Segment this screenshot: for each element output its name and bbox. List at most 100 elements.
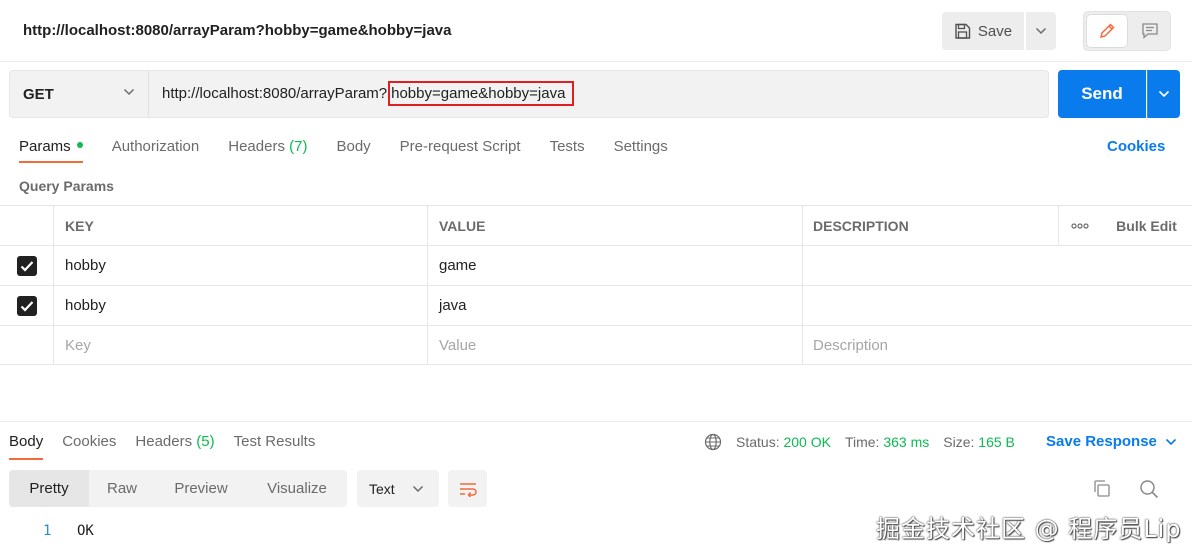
response-tab-headers-label: Headers <box>135 433 193 450</box>
headers-count: (7) <box>289 138 308 155</box>
tab-headers-label: Headers <box>228 138 285 155</box>
column-header-description: DESCRIPTION <box>802 206 1058 245</box>
pencil-icon <box>1098 22 1116 40</box>
row-checkbox-cell <box>0 246 53 285</box>
watermark: 掘金技术社区 @ 程序员Lip <box>876 515 1182 543</box>
more-dots-icon <box>1071 222 1089 229</box>
wrap-lines-button[interactable] <box>448 470 487 507</box>
param-value-cell[interactable]: game <box>427 246 802 285</box>
view-preview[interactable]: Preview <box>155 470 247 507</box>
url-input[interactable]: http://localhost:8080/arrayParam? hobby=g… <box>162 81 575 106</box>
globe-icon[interactable] <box>704 433 722 451</box>
tab-authorization[interactable]: Authorization <box>112 138 200 161</box>
time-value: 363 ms <box>883 434 930 450</box>
url-bar: GET http://localhost:8080/arrayParam? hob… <box>9 70 1049 118</box>
response-format-select[interactable]: Text <box>357 470 439 507</box>
time-label: Time: <box>844 434 880 450</box>
param-description-cell[interactable] <box>802 286 1058 325</box>
chevron-down-icon <box>1165 438 1177 446</box>
size-label: Size: <box>943 434 975 450</box>
response-size[interactable]: Size: 165 B <box>943 434 1015 450</box>
save-button[interactable]: Save <box>942 12 1024 50</box>
response-time[interactable]: Time: 363 ms <box>845 434 929 450</box>
tab-params-label: Params <box>19 138 71 155</box>
tab-params[interactable]: Params <box>19 138 83 163</box>
send-options-button[interactable] <box>1147 70 1180 118</box>
method-select[interactable]: GET <box>10 71 149 117</box>
line-number: 1 <box>43 523 52 539</box>
response-tab-cookies[interactable]: Cookies <box>62 433 116 456</box>
column-header-key: KEY <box>53 206 427 245</box>
line-text[interactable]: OK <box>77 523 94 539</box>
query-params-title: Query Params <box>19 178 114 194</box>
send-button[interactable]: Send <box>1058 70 1146 118</box>
response-view-selector: Pretty Raw Preview Visualize <box>9 470 347 507</box>
response-meta: Status: 200 OK Time: 363 ms Size: 165 B <box>704 433 1029 451</box>
response-tab-headers[interactable]: Headers (5) <box>135 433 214 456</box>
url-base: http://localhost:8080/arrayParam? <box>162 85 388 102</box>
copy-icon[interactable] <box>1092 479 1111 498</box>
new-key-input[interactable]: Key <box>53 326 427 365</box>
divider <box>0 61 1192 62</box>
response-body-line: 1 OK <box>43 523 94 539</box>
tab-body[interactable]: Body <box>336 138 370 161</box>
new-value-input[interactable]: Value <box>427 326 802 365</box>
param-key-cell[interactable]: hobby <box>53 286 427 325</box>
comments-button[interactable] <box>1132 15 1168 47</box>
check-icon <box>20 260 33 272</box>
request-title-bar: http://localhost:8080/arrayParam?hobby=g… <box>0 0 1192 62</box>
chevron-down-icon <box>123 88 135 96</box>
request-tabs: Params Authorization Headers (7) Body Pr… <box>19 138 697 163</box>
row-checkbox-cell <box>0 286 53 325</box>
save-response-label: Save Response <box>1046 433 1157 450</box>
status-label: Status: <box>736 434 780 450</box>
response-headers-count: (5) <box>196 433 215 450</box>
view-raw[interactable]: Raw <box>89 470 155 507</box>
chevron-down-icon <box>1035 27 1047 35</box>
format-label: Text <box>369 480 395 497</box>
request-title[interactable]: http://localhost:8080/arrayParam?hobby=g… <box>23 22 451 39</box>
cookies-link[interactable]: Cookies <box>1107 138 1165 155</box>
column-header-value: VALUE <box>427 206 802 245</box>
save-button-group: Save <box>942 12 1056 50</box>
wrap-lines-icon <box>458 481 478 497</box>
row-checkbox[interactable] <box>16 295 37 316</box>
save-icon <box>954 23 971 40</box>
chevron-down-icon <box>412 485 424 493</box>
table-row: hobby java <box>0 285 1192 325</box>
view-pretty[interactable]: Pretty <box>9 470 89 507</box>
response-tab-body[interactable]: Body <box>9 433 44 460</box>
comment-icon <box>1141 22 1159 40</box>
search-icon[interactable] <box>1139 479 1159 499</box>
save-label: Save <box>977 22 1013 40</box>
param-value-cell[interactable]: java <box>427 286 802 325</box>
tab-prerequest-script[interactable]: Pre-request Script <box>400 138 521 161</box>
more-options-button[interactable] <box>1058 206 1101 245</box>
params-indicator-dot <box>76 142 83 149</box>
param-key-cell[interactable]: hobby <box>53 246 427 285</box>
row-checkbox[interactable] <box>16 255 37 276</box>
url-query-highlight: hobby=game&hobby=java <box>388 81 575 106</box>
new-description-input[interactable]: Description <box>802 326 1058 365</box>
status-value: 200 OK <box>783 434 831 450</box>
save-options-button[interactable] <box>1026 12 1056 50</box>
response-tabs: Body Cookies Headers (5) Test Results <box>9 433 334 460</box>
edit-mode-button[interactable] <box>1087 15 1127 47</box>
save-response-button[interactable]: Save Response <box>1046 433 1177 450</box>
row-checkbox-cell <box>0 326 53 365</box>
tab-settings[interactable]: Settings <box>614 138 668 161</box>
tab-headers[interactable]: Headers (7) <box>228 138 307 161</box>
view-visualize[interactable]: Visualize <box>247 470 347 507</box>
divider <box>0 421 1192 422</box>
table-row: hobby game <box>0 245 1192 285</box>
send-button-group: Send <box>1058 70 1180 118</box>
response-status[interactable]: Status: 200 OK <box>736 434 831 450</box>
size-value: 165 B <box>978 434 1015 450</box>
check-icon <box>20 300 33 312</box>
table-header-row: KEY VALUE DESCRIPTION Bulk Edit <box>0 205 1192 245</box>
view-mode-toggle <box>1083 11 1171 51</box>
param-description-cell[interactable] <box>802 246 1058 285</box>
response-tab-test-results[interactable]: Test Results <box>234 433 316 456</box>
bulk-edit-button[interactable]: Bulk Edit <box>1101 206 1192 245</box>
tab-tests[interactable]: Tests <box>550 138 585 161</box>
